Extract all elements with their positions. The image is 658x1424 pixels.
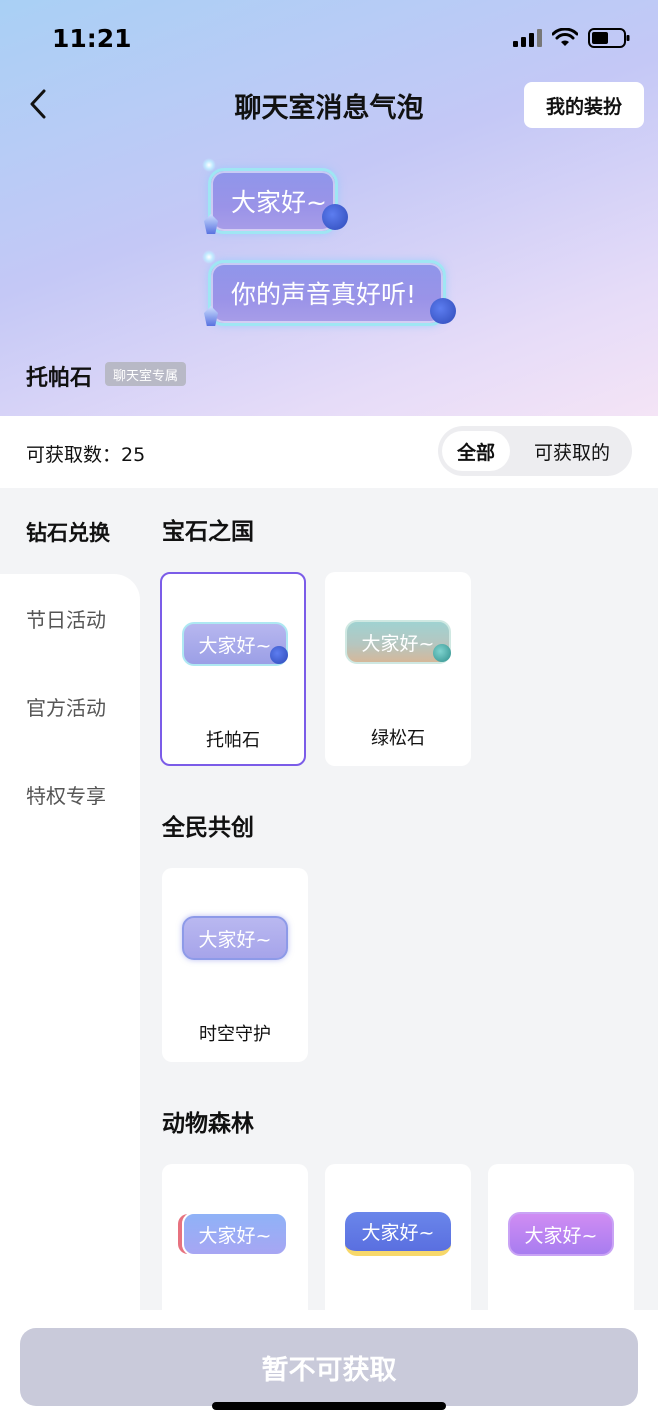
mascot-icon bbox=[322, 204, 348, 230]
sidebar-item-diamond-exchange[interactable]: 钻石兑换 bbox=[0, 488, 140, 576]
card-name: 时空守护 bbox=[199, 1024, 271, 1045]
section-title-co-create: 全民共创 bbox=[162, 815, 254, 841]
wifi-icon bbox=[552, 28, 578, 48]
card-name: 托帕石 bbox=[206, 730, 260, 751]
sidebar-inactive-panel: 节日活动 官方活动 特权专享 bbox=[0, 574, 140, 1328]
sidebar-item-official[interactable]: 官方活动 bbox=[0, 662, 140, 750]
filter-toggle: 全部 可获取的 bbox=[438, 426, 632, 476]
bubble-preview: 大家好~ bbox=[182, 1212, 288, 1256]
sidebar-item-festival[interactable]: 节日活动 bbox=[0, 574, 140, 662]
sparkle-icon bbox=[202, 250, 216, 264]
status-bar: 11:21 bbox=[0, 0, 658, 80]
count-bar: 可获取数：25 全部 可获取的 bbox=[0, 416, 658, 488]
cellular-signal-icon bbox=[513, 29, 542, 47]
status-icons bbox=[513, 28, 630, 48]
bubble-preview: 大家好~ bbox=[182, 916, 288, 960]
bubble-preview: 大家好~ bbox=[345, 1212, 451, 1256]
mascot-icon bbox=[270, 646, 288, 664]
preview-item-name: 托帕石 bbox=[26, 366, 93, 391]
home-indicator bbox=[212, 1402, 446, 1410]
card-name: 绿松石 bbox=[371, 728, 425, 749]
mascot-icon bbox=[433, 644, 451, 662]
status-time: 11:21 bbox=[52, 24, 132, 53]
unavailable-button[interactable]: 暂不可获取 bbox=[20, 1328, 638, 1406]
mascot-icon bbox=[430, 298, 456, 324]
exclusive-badge: 聊天室专属 bbox=[105, 362, 187, 386]
preview-bubble-text: 你的声音真好听! bbox=[231, 280, 417, 309]
section-title-animal-forest: 动物森林 bbox=[162, 1111, 254, 1137]
filter-all-button[interactable]: 全部 bbox=[442, 431, 510, 471]
available-count: 可获取数：25 bbox=[26, 444, 146, 466]
section-title-gem: 宝石之国 bbox=[162, 519, 254, 545]
battery-icon bbox=[588, 28, 630, 48]
preview-bubble-compliment: 你的声音真好听! bbox=[208, 260, 446, 326]
my-dress-button[interactable]: 我的装扮 bbox=[524, 82, 644, 128]
preview-header: 11:21 聊天室消息气泡 我的装扮 大家好~ 你的声音真好听! 托帕石 聊天室… bbox=[0, 0, 658, 416]
preview-bubble-greeting: 大家好~ bbox=[208, 168, 338, 234]
filter-gettable-button[interactable]: 可获取的 bbox=[518, 431, 626, 471]
sidebar-item-privilege[interactable]: 特权专享 bbox=[0, 750, 140, 838]
bubble-card-topaz[interactable]: 大家好~ 托帕石 bbox=[160, 572, 306, 766]
bubble-list: 宝石之国 大家好~ 托帕石 大家好~ 绿松石 全民共创 大家好~ 时空守护 动物… bbox=[140, 488, 658, 1358]
bubble-card-time-guardian[interactable]: 大家好~ 时空守护 bbox=[162, 868, 308, 1062]
bubble-preview: 大家好~ bbox=[508, 1212, 614, 1256]
preview-bubble-text: 大家好~ bbox=[231, 188, 327, 217]
bubble-card-turquoise[interactable]: 大家好~ 绿松石 bbox=[325, 572, 471, 766]
sparkle-icon bbox=[202, 158, 216, 172]
